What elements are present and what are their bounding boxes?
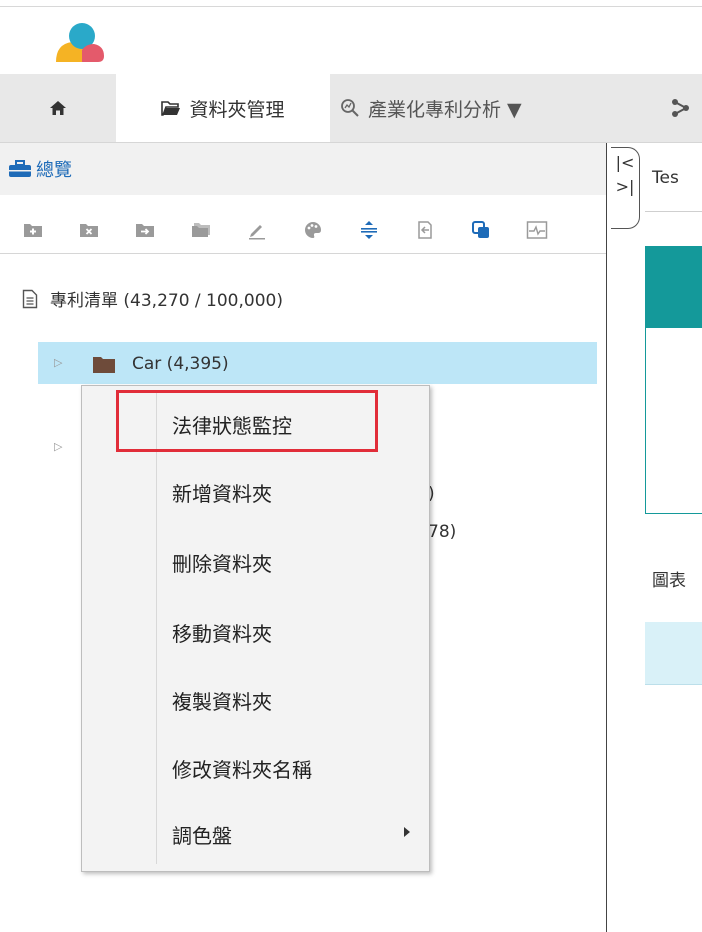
rename-icon[interactable] [246, 219, 268, 241]
result-card-header [645, 246, 702, 328]
overview-header[interactable]: 總覽 [0, 143, 606, 195]
magnifier-chart-icon [340, 98, 360, 118]
network-icon [672, 99, 689, 117]
add-folder-icon[interactable] [22, 219, 44, 241]
merge-icon[interactable] [470, 219, 492, 241]
export-icon[interactable] [414, 219, 436, 241]
top-border [0, 6, 702, 7]
menu-item-new-folder[interactable]: 新增資料夾 [172, 478, 272, 507]
expand-collapse-icon[interactable] [358, 219, 380, 241]
tree-item-count-partial: 78) [428, 522, 457, 542]
right-panel-tab[interactable]: Tes [652, 168, 679, 188]
folder-open-icon [161, 99, 181, 117]
menu-item-legal-status-monitor[interactable]: 法律狀態監控 [172, 410, 292, 439]
submenu-arrow-icon [404, 827, 410, 837]
folder-toolbar [0, 207, 606, 254]
document-icon [22, 289, 38, 309]
tree-root-patent-list[interactable]: 專利清單 (43,270 / 100,000) [22, 286, 283, 311]
menu-icon-column-separator [156, 392, 157, 864]
tree-row-selected[interactable] [38, 342, 597, 384]
tab-industrial-patent-analysis[interactable]: 產業化專利分析 ▼ [340, 74, 522, 142]
panel-collapse-toggle[interactable]: |< >| [611, 147, 640, 229]
tab-home[interactable] [0, 74, 116, 142]
overview-label: 總覽 [36, 160, 72, 181]
menu-item-palette[interactable]: 調色盤 [172, 820, 232, 849]
menu-item-move-folder[interactable]: 移動資料夾 [172, 618, 272, 647]
collapse-left-icon[interactable]: |< [611, 154, 639, 172]
app-logo [56, 23, 104, 62]
chart-section-label: 圖表 [652, 571, 686, 591]
compare-icon[interactable] [526, 219, 548, 241]
move-folder-icon[interactable] [134, 219, 156, 241]
tree-folder-label: Car (4,395) [132, 354, 229, 374]
tab-label: 產業化專利分析 ▼ [368, 98, 522, 121]
menu-item-copy-folder[interactable]: 複製資料夾 [172, 686, 272, 715]
folder-context-menu: 法律狀態監控 新增資料夾 刪除資料夾 移動資料夾 複製資料夾 修改資料夾名稱 調… [81, 385, 430, 872]
tab-label: 資料夾管理 [189, 98, 285, 121]
tree-root-label: 專利清單 (43,270 / 100,000) [50, 291, 283, 311]
collapse-right-icon[interactable]: >| [611, 178, 639, 196]
expand-caret-icon[interactable]: ▷ [54, 356, 62, 369]
chart-placeholder [645, 622, 702, 685]
menu-item-delete-folder[interactable]: 刪除資料夾 [172, 548, 272, 577]
delete-folder-icon[interactable] [78, 219, 100, 241]
palette-icon[interactable] [302, 219, 324, 241]
right-tab-underline [645, 211, 702, 212]
main-tab-bar: 資料夾管理 產業化專利分析 ▼ [0, 74, 702, 143]
expand-caret-icon[interactable]: ▷ [54, 440, 62, 453]
tab-folder-management[interactable]: 資料夾管理 [116, 74, 330, 142]
copy-folder-icon[interactable] [190, 219, 212, 241]
menu-item-rename-folder[interactable]: 修改資料夾名稱 [172, 754, 312, 783]
tab-network[interactable] [670, 74, 694, 142]
folder-icon [92, 356, 116, 378]
briefcase-icon [8, 159, 32, 179]
home-icon [50, 101, 66, 115]
panel-divider[interactable] [606, 143, 607, 932]
